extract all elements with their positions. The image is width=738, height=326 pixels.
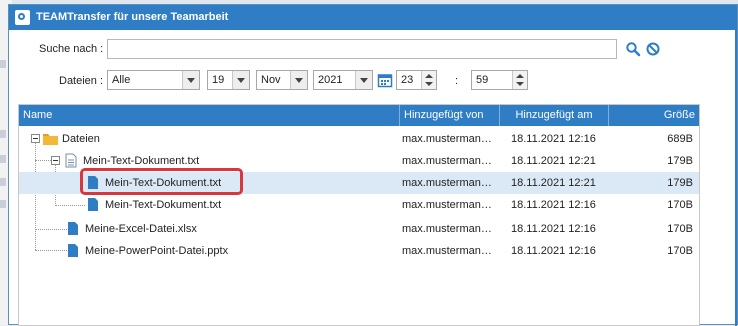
increment-arrow-icon[interactable] [425,74,433,78]
table-row[interactable]: Meine-Excel-Datei.xlsx max.musterman… 18… [19,218,699,240]
dialog-titlebar[interactable]: TEAMTransfer für unsere Teamarbeit [9,5,737,30]
file-icon [67,221,79,236]
calendar-icon[interactable] [377,72,393,88]
hour-stepper[interactable]: 23 [396,70,437,90]
dialog-right-border [735,30,737,326]
grid-header: Name Hinzugefügt von Hinzugefügt am Größ… [19,105,699,126]
chevron-down-icon[interactable] [182,71,199,89]
search-icon[interactable] [625,41,641,57]
filter-form: Suche nach : Dateien : Alle 19 Nov 2021 … [9,30,737,98]
app-logo-icon [15,10,30,25]
column-header-added-by[interactable]: Hinzugefügt von [400,105,500,126]
month-select[interactable]: Nov [256,70,308,90]
year-select[interactable]: 2021 [313,70,373,90]
row-name: Meine-Excel-Datei.xlsx [85,223,197,235]
chevron-down-icon[interactable] [355,71,372,89]
chevron-down-icon[interactable] [232,71,249,89]
chevron-down-icon[interactable] [290,71,307,89]
search-input[interactable] [107,39,617,59]
file-icon [87,175,99,190]
file-type-select[interactable]: Alle [107,70,200,90]
minute-stepper[interactable]: 59 [471,70,528,90]
search-label: Suche nach : [39,43,104,55]
table-row[interactable]: Mein-Text-Dokument.txt max.musterman… 18… [19,150,699,172]
collapse-icon[interactable] [51,156,60,165]
file-tree-grid: Name Hinzugefügt von Hinzugefügt am Größ… [18,104,700,326]
decrement-arrow-icon[interactable] [516,82,524,86]
file-icon [67,243,79,258]
day-select[interactable]: 19 [207,70,250,90]
column-header-name[interactable]: Name [19,105,400,126]
increment-arrow-icon[interactable] [516,74,524,78]
teamtransfer-dialog: TEAMTransfer für unsere Teamarbeit Suche… [8,4,738,326]
row-name: Mein-Text-Dokument.txt [105,199,222,211]
table-row[interactable]: Dateien max.musterman… 18.11.2021 12:16 … [19,128,699,150]
table-row[interactable]: Mein-Text-Dokument.txt max.musterman… 18… [19,194,699,216]
column-header-size[interactable]: Größe [609,105,699,126]
row-name: Mein-Text-Dokument.txt [105,177,222,189]
decrement-arrow-icon[interactable] [425,82,433,86]
time-separator: : [455,75,459,87]
table-row-selected[interactable]: Mein-Text-Dokument.txt max.musterman… 18… [19,172,699,194]
row-name: Dateien [62,133,100,145]
dialog-title: TEAMTransfer für unsere Teamarbeit [36,11,229,23]
row-name: Mein-Text-Dokument.txt [83,155,200,167]
column-header-added-at[interactable]: Hinzugefügt am [500,105,609,126]
row-name: Meine-PowerPoint-Datei.pptx [85,245,229,257]
file-icon [87,197,99,212]
collapse-icon[interactable] [31,134,40,143]
table-row[interactable]: Meine-PowerPoint-Datei.pptx max.musterma… [19,240,699,262]
clear-icon[interactable] [645,41,661,57]
folder-icon [42,131,58,146]
file-icon [65,153,77,168]
files-filter-label: Dateien : [59,75,104,87]
